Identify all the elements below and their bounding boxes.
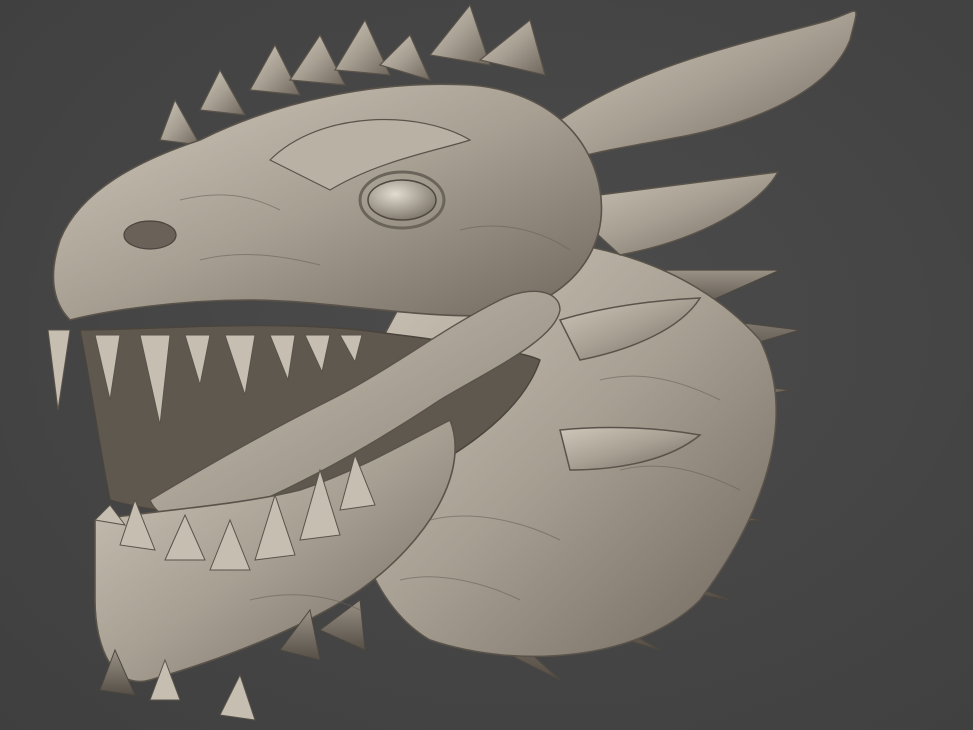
nostril <box>123 220 177 250</box>
main-horn <box>559 10 857 161</box>
dragon-eye <box>367 179 437 221</box>
skull <box>52 83 603 321</box>
sculpt-viewport[interactable] <box>0 0 973 730</box>
dragon-head-model[interactable] <box>0 0 973 730</box>
